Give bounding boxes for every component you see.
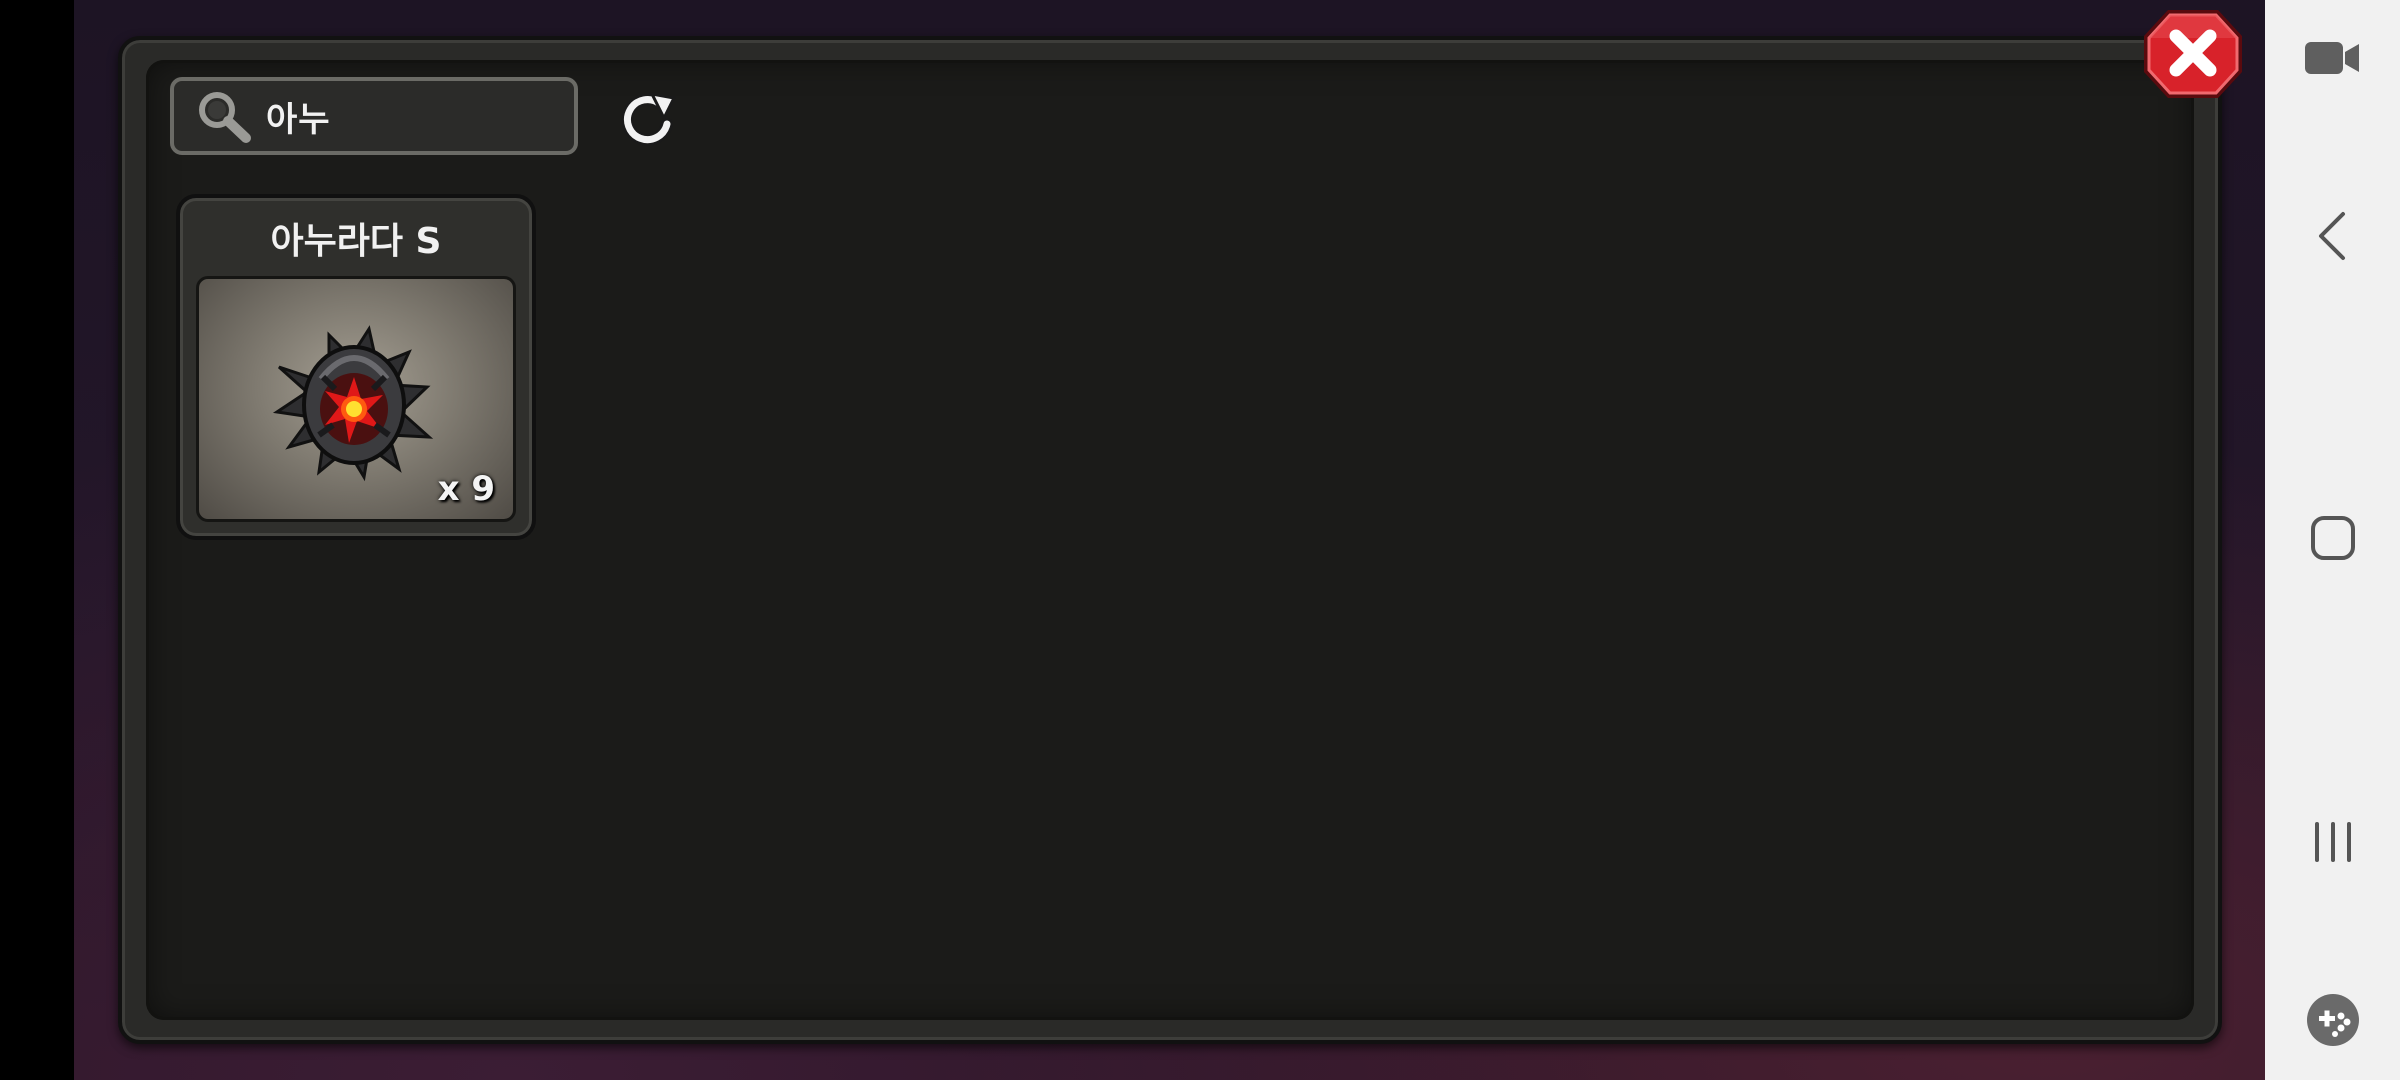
item-search-panel [118,36,2222,1044]
screen-record-button[interactable] [2265,8,2400,108]
recent-apps-button[interactable] [2265,792,2400,892]
search-input[interactable]: 아누 [170,77,578,155]
game-tools-button[interactable] [2265,970,2400,1070]
video-camera-icon [2304,42,2359,74]
close-button[interactable] [2140,6,2246,102]
back-icon [2318,212,2345,260]
system-nav-bar [2265,0,2400,1080]
item-name: 아누라다 S [270,221,442,262]
home-icon [2310,516,2355,560]
refresh-icon [621,91,677,146]
dark-egg-item-icon [272,325,434,482]
screen: 아누 아누라다 S x 9 [0,0,2400,1080]
close-icon [2144,10,2242,98]
recent-apps-icon [2314,822,2351,862]
result-item-card[interactable]: 아누라다 S x 9 [176,194,536,540]
search-query-text: 아누 [266,99,331,140]
left-black-bar [0,0,74,1080]
back-button[interactable] [2265,186,2400,286]
game-tools-icon [2306,994,2359,1046]
search-icon [192,86,256,146]
refresh-button[interactable] [612,88,684,148]
home-button[interactable] [2265,488,2400,588]
item-image-frame: x 9 [196,276,516,522]
item-quantity: x 9 [437,469,495,509]
